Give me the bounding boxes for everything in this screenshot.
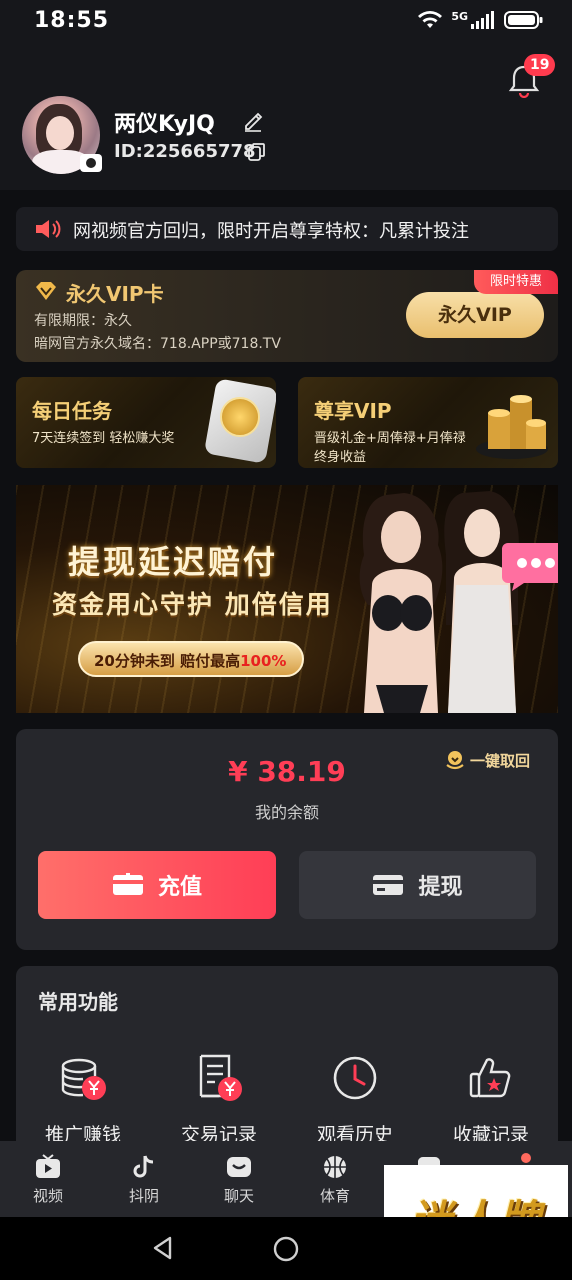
status-time: 18:55 bbox=[34, 8, 110, 33]
coins-yen-icon bbox=[61, 1058, 106, 1100]
vip-validity: 有限期限：永久 bbox=[34, 313, 132, 329]
banner-subtitle: 资金用心守护 加倍信用 bbox=[52, 590, 333, 619]
avatar-face bbox=[46, 116, 74, 150]
username: 两仪KyJQ bbox=[114, 112, 215, 137]
func-item-transactions[interactable]: 交易记录 bbox=[164, 1052, 274, 1147]
wifi-icon bbox=[418, 11, 443, 28]
balance-card: ¥ 38.19 我的余额 一键取回 充值 提现 bbox=[16, 729, 558, 950]
recall-label: 一键取回 bbox=[470, 751, 531, 770]
tab-label-douyin: 抖阴 bbox=[128, 1187, 159, 1205]
banner-pill: 20分钟未到 赔付最高100% bbox=[78, 641, 304, 677]
func-item-promote[interactable]: 推广赚钱 bbox=[28, 1052, 138, 1147]
recall-icon bbox=[446, 751, 464, 770]
user-id: ID:225665778 bbox=[114, 141, 256, 162]
model-image-right bbox=[444, 491, 519, 713]
camera-icon[interactable] bbox=[80, 154, 102, 172]
tab-sports[interactable]: 体育 bbox=[305, 1153, 365, 1206]
edit-icon[interactable] bbox=[242, 110, 264, 132]
common-functions-card: 常用功能 推广赚钱 交易记录 观看历史 收藏记录 bbox=[16, 966, 558, 1166]
tv-icon bbox=[36, 1154, 60, 1178]
system-nav-bar bbox=[0, 1217, 572, 1280]
banner-pill-prefix: 20分钟未到 赔付最高 bbox=[94, 652, 241, 670]
vip-button[interactable]: 永久VIP bbox=[406, 292, 544, 338]
chat-icon bbox=[227, 1157, 251, 1177]
basketball-icon bbox=[324, 1156, 346, 1178]
tab-label-sports: 体育 bbox=[319, 1187, 350, 1205]
home-icon[interactable] bbox=[272, 1235, 300, 1263]
vip-privilege-card[interactable]: 尊享VIP 晋级礼金+周俸禄+月俸禄 终身收益 bbox=[298, 377, 558, 468]
status-bar: 18:55 5G bbox=[0, 0, 572, 44]
chat-bubble-icon[interactable] bbox=[500, 537, 558, 593]
notice-bar[interactable]: 网视频官方回归，限时开启尊享特权：凡累计投注 bbox=[16, 207, 558, 251]
banner-title: 提现延迟赔付 bbox=[68, 543, 279, 581]
vip-card[interactable]: 永久VIP卡 有限期限：永久 暗网官方永久域名：718.APP或718.TV 永… bbox=[16, 270, 558, 362]
tab-chat[interactable]: 聊天 bbox=[209, 1153, 269, 1206]
recall-button[interactable]: 一键取回 bbox=[444, 749, 530, 771]
clock-icon bbox=[333, 1056, 377, 1100]
receipt-yen-icon bbox=[199, 1054, 242, 1101]
status-icons: 5G bbox=[417, 10, 544, 30]
recharge-label: 充值 bbox=[157, 875, 202, 900]
tab-label-video: 视频 bbox=[32, 1187, 63, 1205]
coin-stack-icon bbox=[476, 395, 548, 459]
tab-video[interactable]: 视频 bbox=[18, 1153, 78, 1206]
vip-privilege-title: 尊享VIP bbox=[314, 399, 392, 423]
coin-icon bbox=[220, 397, 260, 437]
battery-icon bbox=[504, 11, 543, 29]
daily-task-title: 每日任务 bbox=[32, 399, 112, 423]
back-icon[interactable] bbox=[150, 1235, 176, 1261]
limited-offer-tag: 限时特惠 bbox=[474, 270, 558, 294]
vip-privilege-subtitle: 晋级礼金+周俸禄+月俸禄 终身收益 bbox=[314, 429, 466, 467]
copy-icon[interactable] bbox=[247, 142, 267, 162]
func-item-history[interactable]: 观看历史 bbox=[300, 1052, 410, 1147]
thumbs-up-star-icon bbox=[469, 1058, 511, 1098]
tab-label-chat: 聊天 bbox=[223, 1187, 254, 1205]
func-item-favorites[interactable]: 收藏记录 bbox=[436, 1052, 546, 1147]
tab-douyin[interactable]: 抖阴 bbox=[114, 1153, 174, 1206]
vip-privilege-line2: 终身收益 bbox=[314, 450, 367, 465]
wallet-icon bbox=[112, 873, 143, 895]
vip-title: 永久VIP卡 bbox=[66, 282, 164, 306]
tiktok-icon bbox=[133, 1155, 154, 1178]
notification-badge: 19 bbox=[524, 54, 556, 76]
daily-task-card[interactable]: 每日任务 7天连续签到 轻松赚大奖 bbox=[16, 377, 276, 468]
vip-domain: 暗网官方永久域名：718.APP或718.TV bbox=[34, 336, 281, 352]
card-icon bbox=[373, 875, 404, 895]
withdraw-button[interactable]: 提现 bbox=[299, 851, 536, 919]
promo-banner[interactable]: 提现延迟赔付 资金用心守护 加倍信用 20分钟未到 赔付最高100% bbox=[16, 485, 558, 713]
notice-text: 网视频官方回归，限时开启尊享特权：凡累计投注 bbox=[73, 221, 469, 242]
vip-privilege-line1: 晋级礼金+周俸禄+月俸禄 bbox=[314, 431, 466, 446]
signal-icon bbox=[471, 11, 494, 29]
speaker-icon bbox=[36, 220, 61, 238]
recharge-button[interactable]: 充值 bbox=[38, 851, 276, 919]
banner-pill-text: 20分钟未到 赔付最高100% bbox=[94, 650, 286, 671]
daily-task-subtitle: 7天连续签到 轻松赚大奖 bbox=[32, 431, 175, 446]
common-functions-title: 常用功能 bbox=[38, 990, 118, 1014]
withdraw-label: 提现 bbox=[418, 875, 463, 900]
balance-label: 我的余额 bbox=[254, 803, 319, 822]
banner-pill-highlight: 100% bbox=[240, 652, 287, 670]
vip-diamond-icon bbox=[36, 282, 56, 300]
tab-red-dot bbox=[521, 1153, 531, 1163]
network-type: 5G bbox=[451, 9, 468, 23]
